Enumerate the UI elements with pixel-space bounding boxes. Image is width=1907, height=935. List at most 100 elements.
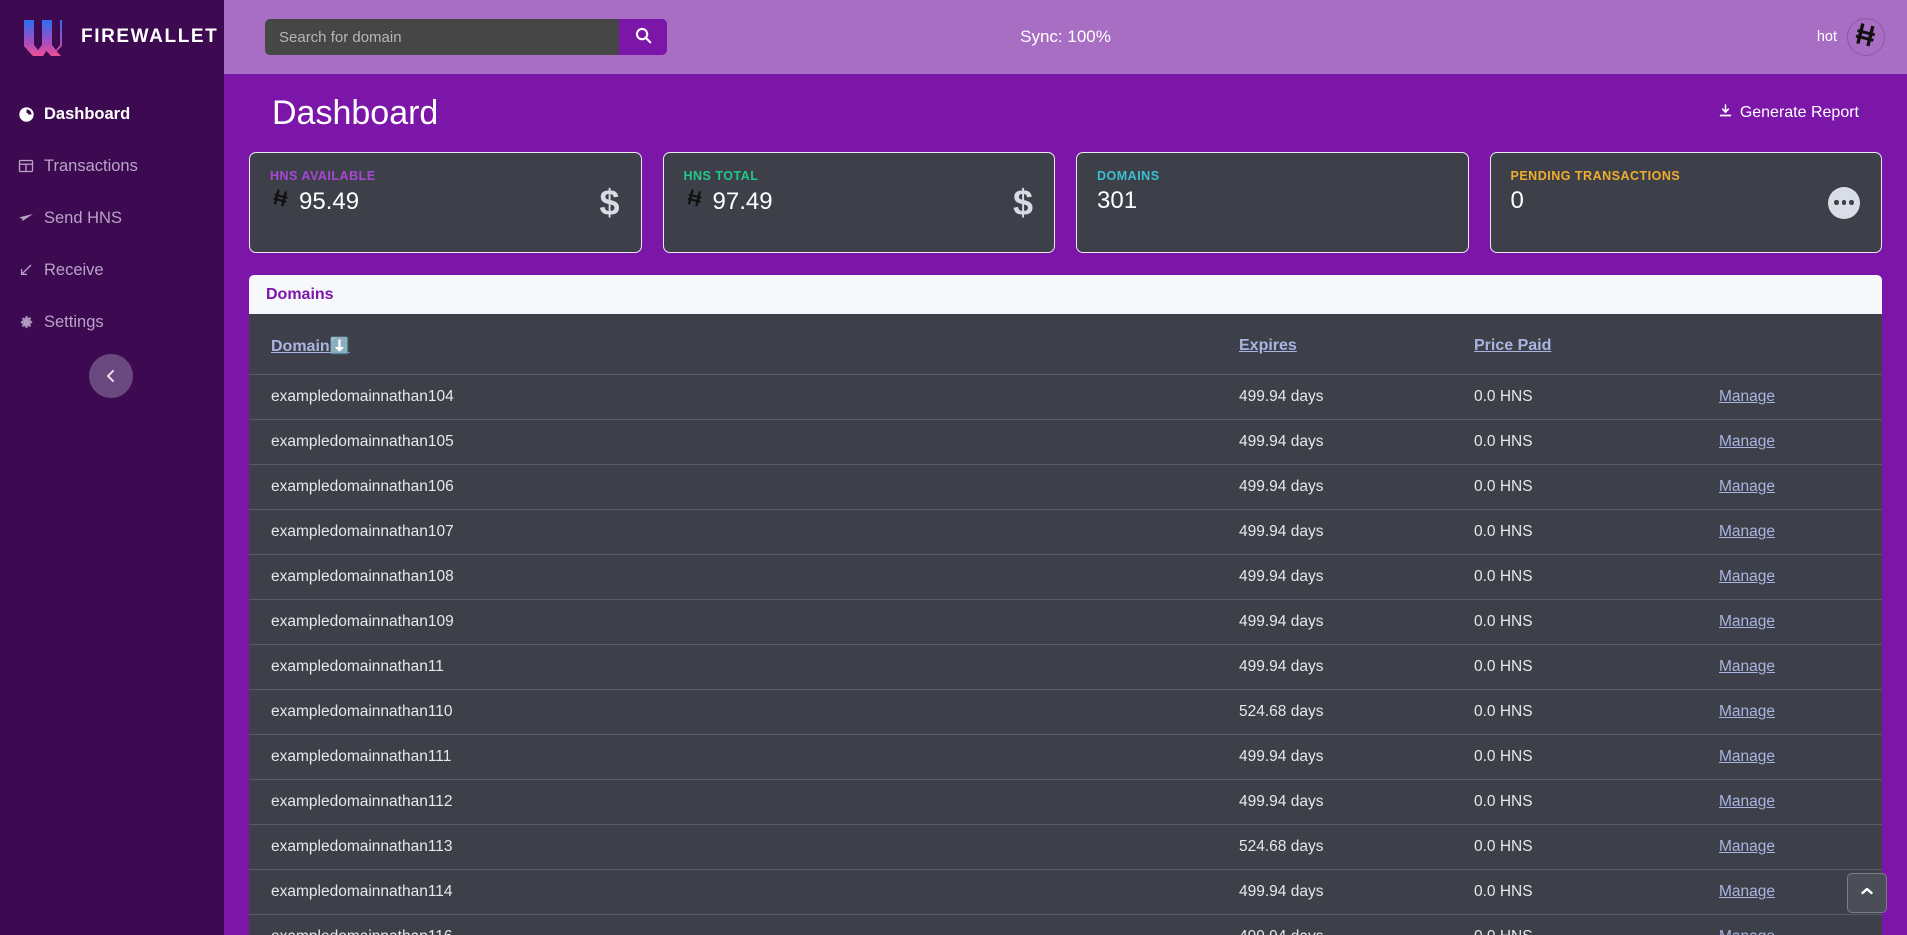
sidebar-collapse-button[interactable] xyxy=(89,354,133,398)
top-bar: Sync: 100% hot xyxy=(224,0,1907,74)
domains-table: Domain⬇️ Expires Price Paid exampledomai… xyxy=(249,314,1882,935)
stat-card-hns-available[interactable]: HNS AVAILABLE 95.49 xyxy=(249,152,642,253)
cell-price: 0.0 HNS xyxy=(1474,690,1719,735)
table-row: exampledomainnathan114499.94 days0.0 HNS… xyxy=(249,870,1882,915)
sidebar-item-label: Settings xyxy=(44,313,104,332)
manage-link[interactable]: Manage xyxy=(1719,748,1775,765)
stat-card-value: 95.49 xyxy=(299,188,359,216)
generate-report-button[interactable]: Generate Report xyxy=(1718,103,1859,123)
cell-domain: exampledomainnathan110 xyxy=(249,690,1239,735)
cell-domain: exampledomainnathan111 xyxy=(249,735,1239,780)
gear-icon xyxy=(17,313,35,331)
table-header-row: Domain⬇️ Expires Price Paid xyxy=(249,314,1882,375)
stat-card-label: HNS AVAILABLE xyxy=(270,169,621,183)
dashboard-gauge-icon xyxy=(17,105,35,123)
dollar-icon: $ xyxy=(599,185,619,221)
cell-price: 0.0 HNS xyxy=(1474,780,1719,825)
domains-panel: Domains Domain⬇️ Expires Price Paid xyxy=(249,275,1882,935)
cell-expires: 499.94 days xyxy=(1239,375,1474,420)
manage-link[interactable]: Manage xyxy=(1719,838,1775,855)
cell-action: Manage xyxy=(1719,825,1882,870)
content-area: Dashboard Generate Report HNS AVAILABLE xyxy=(224,74,1907,935)
column-header-price-paid[interactable]: Price Paid xyxy=(1474,314,1719,375)
cell-action: Manage xyxy=(1719,600,1882,645)
sidebar-item-dashboard[interactable]: Dashboard xyxy=(0,88,224,140)
cell-price: 0.0 HNS xyxy=(1474,555,1719,600)
manage-link[interactable]: Manage xyxy=(1719,658,1775,675)
manage-link[interactable]: Manage xyxy=(1719,433,1775,450)
cell-action: Manage xyxy=(1719,465,1882,510)
manage-link[interactable]: Manage xyxy=(1719,703,1775,720)
manage-link[interactable]: Manage xyxy=(1719,388,1775,405)
cell-domain: exampledomainnathan11 xyxy=(249,645,1239,690)
chevron-left-icon xyxy=(105,368,117,384)
search-bar xyxy=(265,19,667,55)
wallet-label: hot xyxy=(1817,29,1837,45)
cell-domain: exampledomainnathan112 xyxy=(249,780,1239,825)
manage-link[interactable]: Manage xyxy=(1719,613,1775,630)
search-icon xyxy=(634,26,653,48)
cell-expires: 499.94 days xyxy=(1239,735,1474,780)
domains-panel-header: Domains xyxy=(249,275,1882,314)
cell-expires: 499.94 days xyxy=(1239,465,1474,510)
avatar[interactable] xyxy=(1847,18,1885,56)
stat-card-hns-total[interactable]: HNS TOTAL 97.49 $ xyxy=(663,152,1056,253)
search-button[interactable] xyxy=(619,19,667,55)
table-row: exampledomainnathan113524.68 days0.0 HNS… xyxy=(249,825,1882,870)
arrow-down-left-icon xyxy=(17,261,35,279)
table-row: exampledomainnathan109499.94 days0.0 HNS… xyxy=(249,600,1882,645)
sidebar-item-label: Transactions xyxy=(44,157,138,176)
cell-domain: exampledomainnathan116 xyxy=(249,915,1239,935)
brand-logo-area[interactable]: FIREWALLET xyxy=(0,0,224,74)
cell-price: 0.0 HNS xyxy=(1474,465,1719,510)
cell-price: 0.0 HNS xyxy=(1474,645,1719,690)
stat-card-label: PENDING TRANSACTIONS xyxy=(1511,169,1862,183)
sidebar-item-receive[interactable]: Receive xyxy=(0,244,224,296)
table-row: exampledomainnathan116499.94 days0.0 HNS… xyxy=(249,915,1882,935)
cell-price: 0.0 HNS xyxy=(1474,915,1719,935)
cell-expires: 499.94 days xyxy=(1239,780,1474,825)
scroll-to-top-button[interactable] xyxy=(1847,873,1887,913)
wallet-selector[interactable]: hot xyxy=(1817,18,1885,56)
cell-price: 0.0 HNS xyxy=(1474,870,1719,915)
manage-link[interactable]: Manage xyxy=(1719,883,1775,900)
manage-link[interactable]: Manage xyxy=(1719,523,1775,540)
firewallet-w-logo-icon xyxy=(22,18,64,56)
page-title: Dashboard xyxy=(272,94,438,133)
cell-action: Manage xyxy=(1719,555,1882,600)
page-header: Dashboard Generate Report xyxy=(249,74,1882,152)
cell-expires: 499.94 days xyxy=(1239,420,1474,465)
stat-card-value: 301 xyxy=(1097,187,1137,215)
manage-link[interactable]: Manage xyxy=(1719,928,1775,935)
sidebar-item-send-hns[interactable]: Send HNS xyxy=(0,192,224,244)
stat-card-label: HNS TOTAL xyxy=(684,169,1035,183)
hns-logo-icon xyxy=(1851,20,1881,55)
cell-domain: exampledomainnathan108 xyxy=(249,555,1239,600)
table-row: exampledomainnathan11499.94 days0.0 HNSM… xyxy=(249,645,1882,690)
table-row: exampledomainnathan104499.94 days0.0 HNS… xyxy=(249,375,1882,420)
column-header-domain[interactable]: Domain⬇️ xyxy=(249,314,1239,375)
cell-price: 0.0 HNS xyxy=(1474,600,1719,645)
hns-logo-icon xyxy=(270,187,292,216)
sidebar-item-label: Send HNS xyxy=(44,209,122,228)
domains-table-body: exampledomainnathan104499.94 days0.0 HNS… xyxy=(249,375,1882,935)
cell-price: 0.0 HNS xyxy=(1474,420,1719,465)
manage-link[interactable]: Manage xyxy=(1719,478,1775,495)
manage-link[interactable]: Manage xyxy=(1719,568,1775,585)
search-input[interactable] xyxy=(265,19,619,55)
sidebar-item-transactions[interactable]: Transactions xyxy=(0,140,224,192)
cell-domain: exampledomainnathan104 xyxy=(249,375,1239,420)
cell-price: 0.0 HNS xyxy=(1474,735,1719,780)
manage-link[interactable]: Manage xyxy=(1719,793,1775,810)
column-header-label: Expires xyxy=(1239,337,1297,354)
cell-expires: 524.68 days xyxy=(1239,690,1474,735)
stat-card-value-wrap: 97.49 xyxy=(684,187,1035,216)
stat-card-value: 97.49 xyxy=(713,188,773,216)
stat-cards: HNS AVAILABLE 95.49 xyxy=(249,152,1882,253)
sidebar-item-settings[interactable]: Settings xyxy=(0,296,224,348)
column-header-expires[interactable]: Expires xyxy=(1239,314,1474,375)
domains-table-head: Domain⬇️ Expires Price Paid xyxy=(249,314,1882,375)
stat-card-domains[interactable]: DOMAINS 301 xyxy=(1076,152,1469,253)
stat-card-pending-transactions[interactable]: PENDING TRANSACTIONS 0 xyxy=(1490,152,1883,253)
cell-action: Manage xyxy=(1719,645,1882,690)
